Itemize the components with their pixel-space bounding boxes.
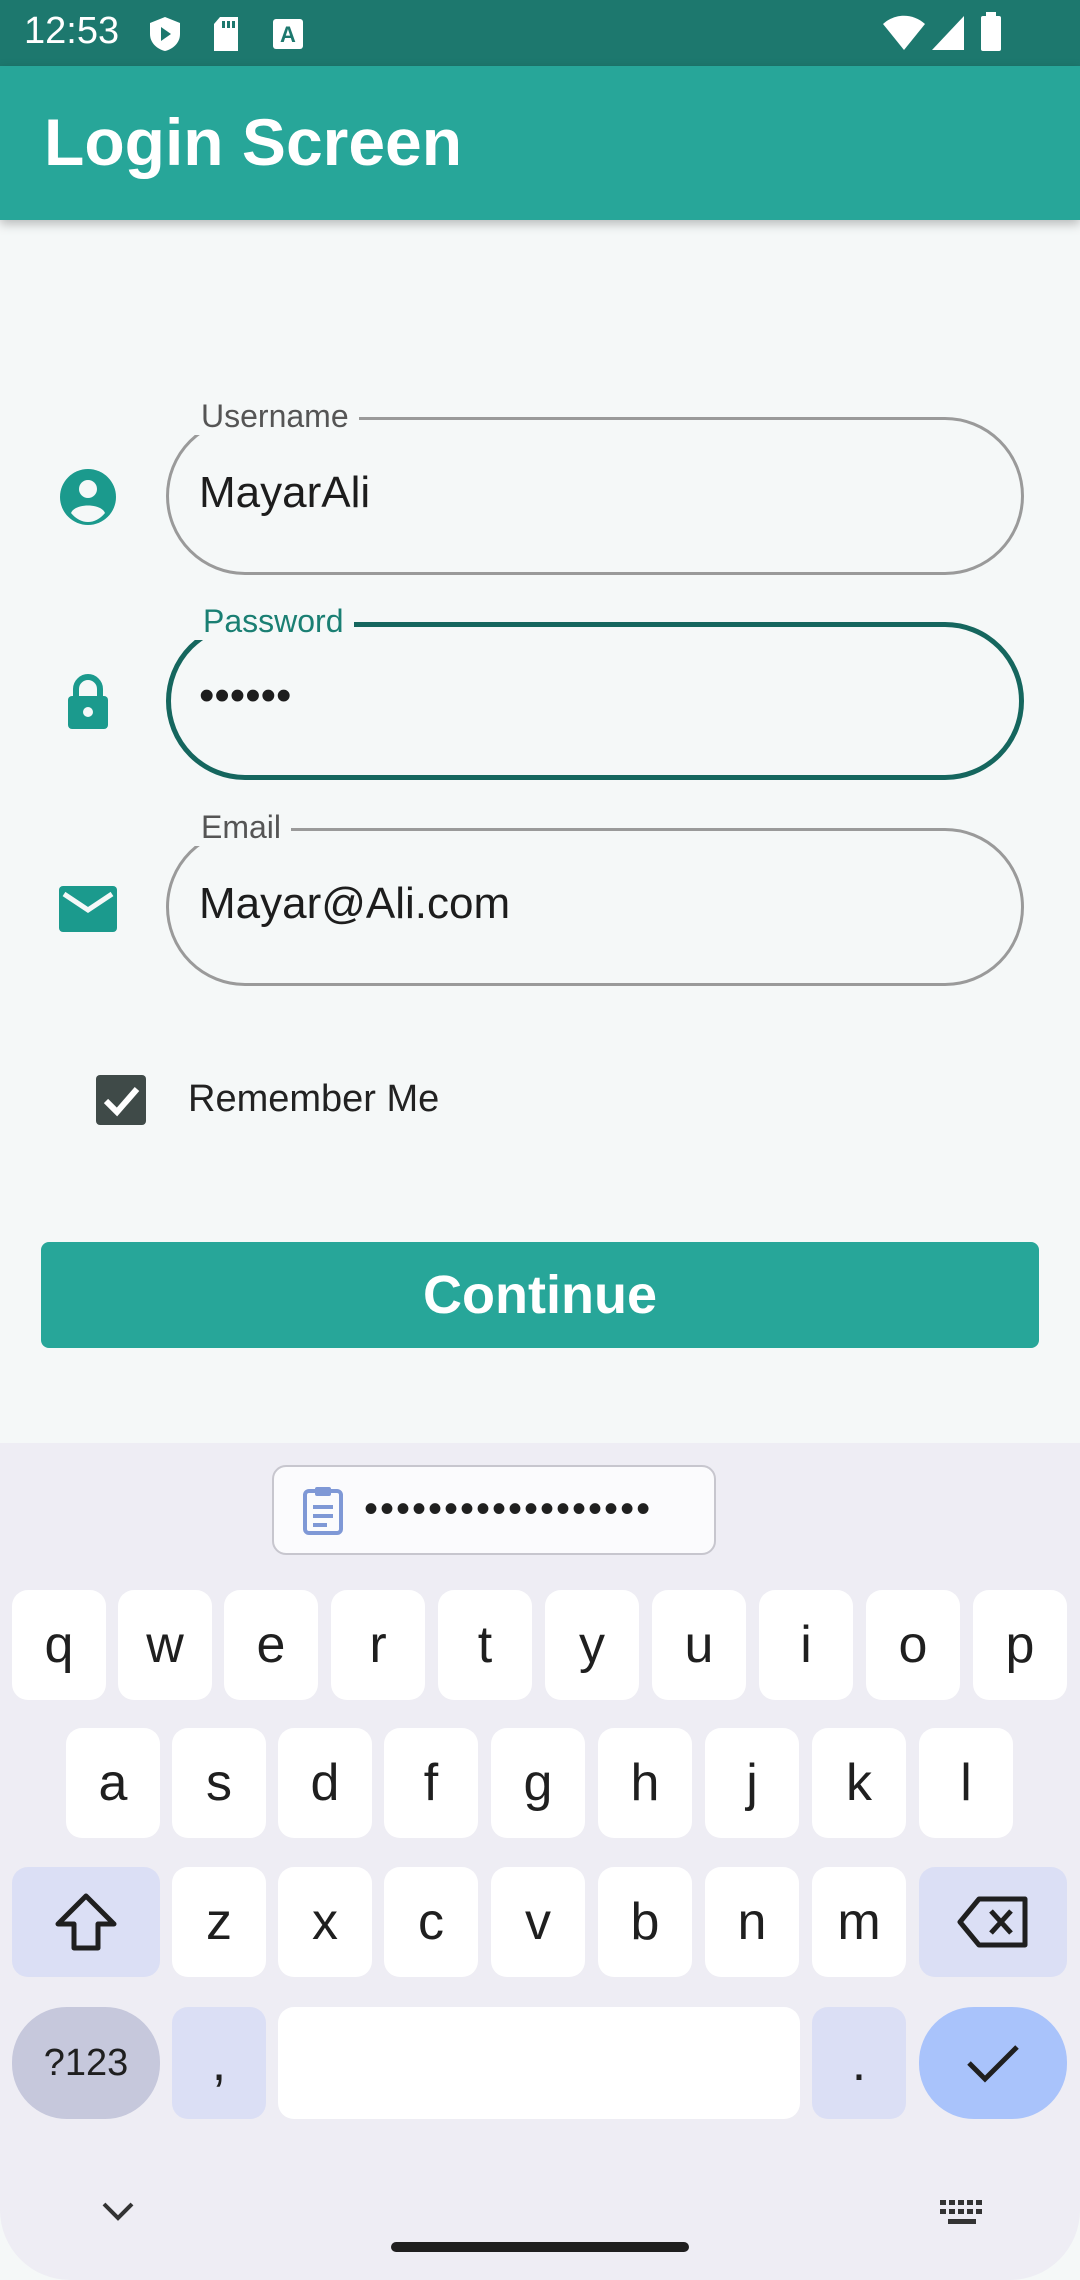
email-field[interactable]: Email Mayar@Ali.com (166, 809, 1024, 986)
key-w[interactable]: w (118, 1590, 212, 1700)
battery-icon (981, 12, 1001, 51)
cellular-signal-icon (932, 16, 964, 50)
key-a[interactable]: a (66, 1728, 160, 1838)
sd-card-icon (214, 17, 238, 51)
backspace-key[interactable] (919, 1867, 1067, 1977)
key-x[interactable]: x (278, 1867, 372, 1977)
shield-play-icon (150, 17, 180, 51)
checkmark-icon (103, 1087, 140, 1117)
email-label: Email (191, 809, 292, 846)
svg-text:A: A (280, 22, 296, 47)
font-download-icon: A (273, 19, 303, 49)
clipboard-suggestion-text: •••••••••••••••••• (364, 1487, 653, 1531)
key-v[interactable]: v (491, 1867, 585, 1977)
key-u[interactable]: u (652, 1590, 746, 1700)
done-key[interactable] (919, 2007, 1067, 2119)
password-label: Password (193, 603, 354, 640)
key-e[interactable]: e (224, 1590, 318, 1700)
continue-button[interactable]: Continue (41, 1242, 1039, 1348)
shift-key[interactable] (12, 1867, 160, 1977)
key-r[interactable]: r (331, 1590, 425, 1700)
password-field[interactable]: Password •••••• (166, 603, 1024, 780)
key-p[interactable]: p (973, 1590, 1067, 1700)
email-icon (59, 886, 117, 932)
key-f[interactable]: f (384, 1728, 478, 1838)
key-s[interactable]: s (172, 1728, 266, 1838)
space-key[interactable] (278, 2007, 800, 2119)
account-circle-icon (60, 469, 116, 525)
key-i[interactable]: i (759, 1590, 853, 1700)
key-q[interactable]: q (12, 1590, 106, 1700)
key-l[interactable]: l (919, 1728, 1013, 1838)
key-j[interactable]: j (705, 1728, 799, 1838)
clipboard-icon (303, 1487, 343, 1535)
backspace-icon (957, 1896, 1028, 1948)
key-k[interactable]: k (812, 1728, 906, 1838)
shift-arrow-icon (55, 1893, 117, 1951)
key-o[interactable]: o (866, 1590, 960, 1700)
key-n[interactable]: n (705, 1867, 799, 1977)
lock-icon (68, 673, 108, 729)
username-label: Username (191, 398, 359, 435)
symbols-key[interactable]: ?123 (12, 2007, 160, 2119)
soft-keyboard (0, 1443, 1080, 2280)
key-t[interactable]: t (438, 1590, 532, 1700)
email-value: Mayar@Ali.com (199, 879, 511, 928)
comma-key[interactable]: , (172, 2007, 266, 2119)
key-z[interactable]: z (172, 1867, 266, 1977)
username-value: MayarAli (199, 468, 371, 517)
key-d[interactable]: d (278, 1728, 372, 1838)
check-icon (967, 2045, 1019, 2083)
period-key[interactable]: . (812, 2007, 906, 2119)
key-c[interactable]: c (384, 1867, 478, 1977)
remember-me-checkbox[interactable] (96, 1075, 146, 1125)
app-bar: Login Screen (0, 66, 1080, 220)
keyboard-switch-icon[interactable] (940, 2200, 984, 2230)
password-value: •••••• (199, 671, 292, 720)
gesture-nav-handle[interactable] (391, 2242, 689, 2252)
clipboard-suggestion-chip[interactable]: •••••••••••••••••• (272, 1465, 716, 1555)
username-field[interactable]: Username MayarAli (166, 398, 1024, 575)
key-m[interactable]: m (812, 1867, 906, 1977)
status-bar: 12:53 A (0, 0, 1080, 66)
key-h[interactable]: h (598, 1728, 692, 1838)
key-b[interactable]: b (598, 1867, 692, 1977)
hide-keyboard-chevron-icon[interactable] (100, 2200, 136, 2224)
status-time: 12:53 (24, 10, 120, 52)
remember-me-label: Remember Me (188, 1078, 440, 1120)
key-g[interactable]: g (491, 1728, 585, 1838)
wifi-icon (883, 15, 925, 50)
key-y[interactable]: y (545, 1590, 639, 1700)
page-title: Login Screen (44, 105, 463, 179)
